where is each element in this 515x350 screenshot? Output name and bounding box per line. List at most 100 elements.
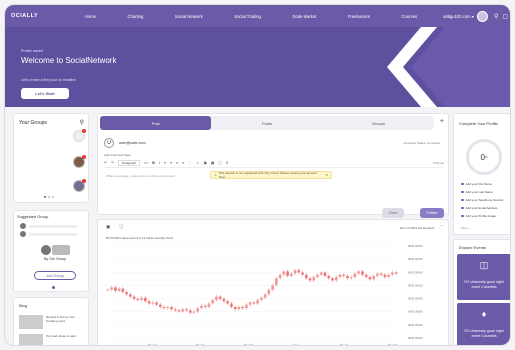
nav-social-trading[interactable]: Social Trading [234, 14, 261, 19]
brand-logo[interactable]: OCIALLY [11, 13, 69, 19]
group-avatar[interactable] [73, 179, 86, 192]
composer-status: Complete Status: Complete [403, 141, 440, 145]
candle-body [260, 297, 263, 301]
nav-home[interactable]: Home [85, 14, 96, 19]
tab-posts[interactable]: Posts [211, 116, 322, 130]
candle-body [342, 274, 346, 276]
group-avatar[interactable] [73, 155, 86, 168]
suggested-group-card: Suggested Group By Om Group Join Group [13, 210, 89, 292]
bold-icon[interactable]: B [152, 161, 155, 165]
nav-freelancers[interactable]: Freelancers [348, 14, 370, 19]
candle-body [218, 296, 222, 299]
checklist-item[interactable]: Add your Telephone Number [461, 198, 504, 202]
candle-body [132, 296, 136, 299]
search-icon[interactable]: ⚲ [494, 13, 498, 20]
align-left-icon[interactable]: ≡ [164, 161, 166, 165]
y-tick-label: 0000.00000 [408, 257, 423, 261]
event-card[interactable]: ◫ R2 University good night event Columbi… [457, 254, 510, 300]
composer-avatar: U [104, 138, 114, 148]
profile-title: Complete Your Profile [459, 121, 498, 126]
justify-icon[interactable]: ≡ [182, 161, 184, 165]
blog-thumbnail [19, 315, 43, 329]
candle-body [125, 292, 128, 295]
x-tick-label: Mar 18 [388, 343, 397, 346]
checklist-item[interactable]: Add your Last Name [461, 190, 493, 194]
emoji-icon[interactable]: ☺ [196, 161, 200, 165]
events-title: Explore Events [459, 245, 486, 250]
share-button[interactable]: Share [382, 208, 404, 218]
list-icon[interactable]: ⋮ [188, 161, 192, 165]
y-tick-label: 0000.00000 [408, 244, 423, 248]
candle-body [323, 272, 327, 276]
composer-placeholder[interactable]: Write a message, post a photo or share a… [106, 174, 175, 178]
candle-body [106, 289, 110, 291]
candle-body [334, 277, 338, 281]
hero-subtitle: Profile saver! [21, 49, 44, 53]
align-center-icon[interactable]: ≡ [170, 161, 172, 165]
user-menu[interactable]: u88gu100.com ▾ [442, 10, 488, 22]
blog-item[interactable]: Top work ideas to start [19, 334, 85, 345]
candle-body [387, 274, 390, 278]
checklist-item[interactable]: Add your Email Address [461, 206, 498, 210]
table-icon[interactable]: ▦ [211, 161, 214, 165]
blog-item[interactable]: Rewind is living in the breaking news [19, 315, 85, 331]
checklist-label: Add your Telephone Number [465, 198, 504, 202]
add-icon[interactable]: + [440, 118, 444, 125]
event-title: R2 University good night event Columbia [464, 280, 504, 289]
lets-start-button[interactable]: Let's Start [21, 88, 69, 99]
groups-pager[interactable] [44, 196, 54, 198]
editor-toolbar: ↶ ↷ Paragraph <> B I ≡ ≡ ≡ ≡ ⋮ ☺ ▣ ▦ ▢ ⚲… [104, 159, 444, 168]
candle-body [331, 278, 334, 281]
user-name: u88gu100.com ▾ [442, 13, 474, 19]
candle-body [267, 289, 271, 295]
undo-icon[interactable]: ↶ [104, 161, 107, 165]
publish-button[interactable]: Publish [420, 208, 444, 218]
tab-post[interactable]: Post [100, 116, 212, 130]
link-icon[interactable]: ⚲ [226, 161, 229, 165]
nav-social-network[interactable]: Social Network [175, 14, 203, 19]
event-card[interactable]: ♦ R2 University good night event Columbi… [457, 303, 510, 345]
app-frame: OCIALLY Home Charting Social Network Soc… [4, 4, 511, 346]
checklist-item[interactable]: Add your Profile Image [461, 214, 496, 218]
join-group-button[interactable]: Join Group [34, 271, 76, 280]
price-chart[interactable]: 0000.00000 0000.00000 0000.00000 0000.00000… [98, 220, 450, 346]
pager-dot[interactable] [52, 286, 55, 289]
candle-body [114, 287, 117, 291]
group-avatar[interactable] [73, 129, 86, 142]
format-select[interactable]: Paragraph [118, 160, 141, 166]
candle-body [338, 274, 342, 278]
candle-body [121, 288, 125, 292]
code-icon[interactable]: <> [144, 161, 148, 165]
candle-body [368, 277, 372, 280]
blog-item-title: Rewind is living in the breaking news [46, 315, 75, 323]
checklist-item[interactable]: Add your first Name [461, 182, 492, 186]
candle-body [391, 272, 394, 275]
media-icon[interactable]: ▢ [218, 161, 221, 165]
align-right-icon[interactable]: ≡ [176, 161, 178, 165]
candle-body [304, 274, 308, 279]
composer-tags[interactable]: Add Chart Add Tags [104, 153, 131, 157]
suggested-row[interactable] [20, 231, 77, 237]
nav-courses[interactable]: Courses [402, 14, 418, 19]
user-avatar[interactable] [476, 10, 488, 22]
suggested-row[interactable] [20, 223, 77, 229]
nav-charting[interactable]: Charting [127, 14, 143, 19]
tab-groups[interactable]: Groups [323, 116, 434, 130]
candle-body [349, 277, 353, 279]
close-icon[interactable]: ✕ [325, 173, 328, 177]
search-icon[interactable]: ⚲ [80, 119, 84, 126]
chat-icon[interactable]: ▢ [502, 13, 508, 20]
blog-card: Blog Rewind is living in the breaking ne… [13, 297, 89, 345]
candle-body [177, 310, 181, 312]
candle-body [207, 303, 211, 307]
complete-profile-card: Complete Your Profile 0% Add your first … [453, 113, 510, 235]
redo-icon[interactable]: ↷ [111, 161, 114, 165]
tiny-cloud-alert: ⚠ This domain is not registered with Tin… [210, 171, 332, 179]
more-link[interactable]: More › [461, 226, 470, 230]
checklist-label: Add your first Name [465, 182, 493, 186]
checklist-label: Add your Profile Image [465, 214, 497, 218]
candle-body [158, 304, 162, 307]
image-icon[interactable]: ▣ [204, 161, 207, 165]
nav-dode-market[interactable]: Dode Market [292, 14, 316, 19]
italic-icon[interactable]: I [159, 161, 160, 165]
